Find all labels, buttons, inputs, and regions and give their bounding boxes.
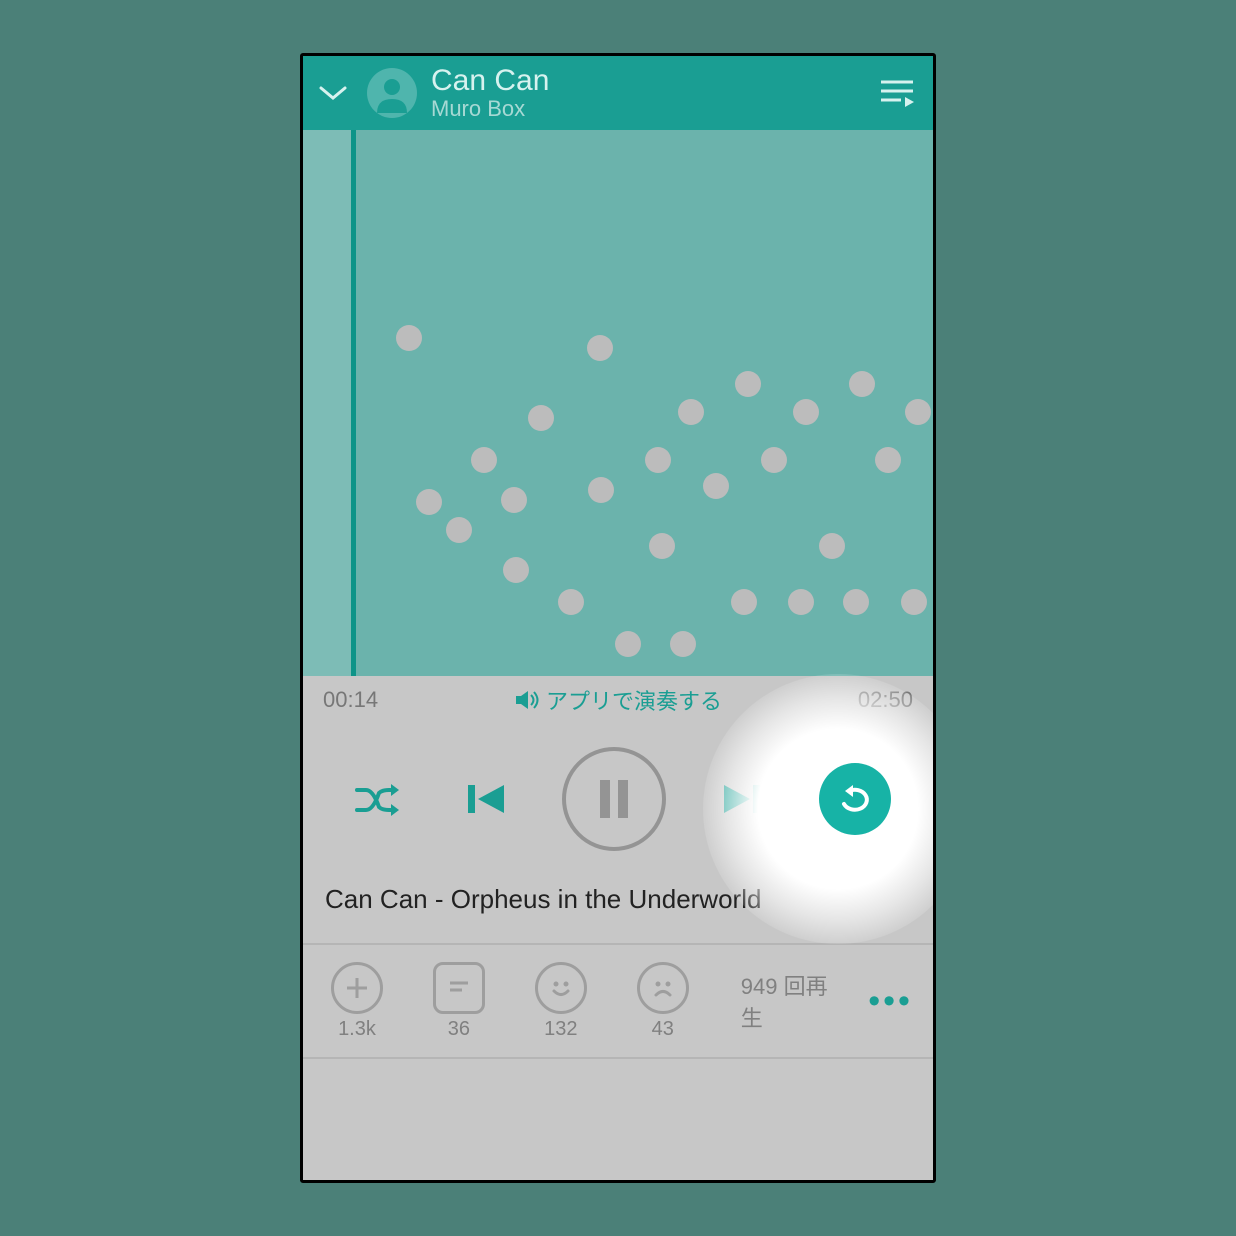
- note-dot: [396, 325, 422, 351]
- note-dot: [501, 487, 527, 513]
- note-dot: [819, 533, 845, 559]
- next-icon: [720, 779, 764, 819]
- speaker-icon: [514, 689, 540, 711]
- time-row: 00:14 アプリで演奏する 02:50: [303, 676, 933, 724]
- note-dot: [678, 399, 704, 425]
- note-dot: [558, 589, 584, 615]
- comment-icon: [433, 962, 485, 1014]
- more-button[interactable]: •••: [860, 982, 921, 1021]
- collapse-button[interactable]: [313, 73, 353, 113]
- add-to-playlist-button[interactable]: 1.3k: [315, 962, 399, 1041]
- loop-button[interactable]: [819, 763, 891, 835]
- note-dot: [849, 371, 875, 397]
- play-count-label: 949 回再生: [741, 969, 843, 1033]
- playlist-button[interactable]: [875, 71, 919, 115]
- full-track-title: Can Can - Orpheus in the Underworld: [303, 874, 933, 943]
- comment-count: 36: [448, 1018, 470, 1041]
- note-dot: [703, 473, 729, 499]
- play-mode-button[interactable]: アプリで演奏する: [514, 684, 722, 716]
- artist-avatar[interactable]: [367, 68, 417, 118]
- note-roll-view[interactable]: [303, 130, 933, 676]
- note-dot: [588, 477, 614, 503]
- note-dot: [446, 517, 472, 543]
- loop-icon: [835, 783, 875, 815]
- shuffle-icon: [353, 779, 401, 819]
- note-dot: [645, 447, 671, 473]
- track-title: Can Can: [431, 64, 861, 97]
- add-count: 1.3k: [338, 1018, 376, 1041]
- header-text: Can Can Muro Box: [431, 64, 861, 121]
- happy-count: 132: [544, 1018, 577, 1041]
- note-dot: [875, 447, 901, 473]
- playhead-line: [351, 130, 356, 676]
- pause-icon: [594, 776, 634, 822]
- previous-icon: [464, 779, 508, 819]
- note-dot: [649, 533, 675, 559]
- dislike-button[interactable]: 43: [621, 962, 705, 1041]
- happy-face-icon: [535, 962, 587, 1014]
- note-dot: [761, 447, 787, 473]
- note-dot: [788, 589, 814, 615]
- comments-button[interactable]: 36: [417, 962, 501, 1041]
- note-dot: [843, 589, 869, 615]
- like-button[interactable]: 132: [519, 962, 603, 1041]
- note-dot: [670, 631, 696, 657]
- sad-count: 43: [652, 1018, 674, 1041]
- note-dot: [735, 371, 761, 397]
- elapsed-time: 00:14: [323, 687, 378, 713]
- note-dot: [901, 589, 927, 615]
- track-artist: Muro Box: [431, 97, 861, 121]
- roll-shade: [303, 130, 356, 676]
- note-dot: [416, 489, 442, 515]
- next-button[interactable]: [710, 767, 774, 831]
- note-dot: [731, 589, 757, 615]
- shuffle-button[interactable]: [345, 767, 409, 831]
- transport-controls: [303, 724, 933, 874]
- play-mode-label: アプリで演奏する: [546, 684, 722, 716]
- note-dot: [471, 447, 497, 473]
- note-dot: [587, 335, 613, 361]
- plus-icon: [331, 962, 383, 1014]
- total-time: 02:50: [858, 687, 913, 713]
- note-dot: [615, 631, 641, 657]
- note-dot: [528, 405, 554, 431]
- sad-face-icon: [637, 962, 689, 1014]
- note-dot: [503, 557, 529, 583]
- pause-button[interactable]: [562, 747, 666, 851]
- music-player-screen: Can Can Muro Box 00:14 アプリで演奏する 02: [300, 53, 936, 1183]
- player-header: Can Can Muro Box: [303, 56, 933, 130]
- note-dot: [905, 399, 931, 425]
- note-dot: [793, 399, 819, 425]
- previous-button[interactable]: [454, 767, 518, 831]
- stats-bar: 1.3k 36 132 43 949 回再生 •••: [303, 943, 933, 1059]
